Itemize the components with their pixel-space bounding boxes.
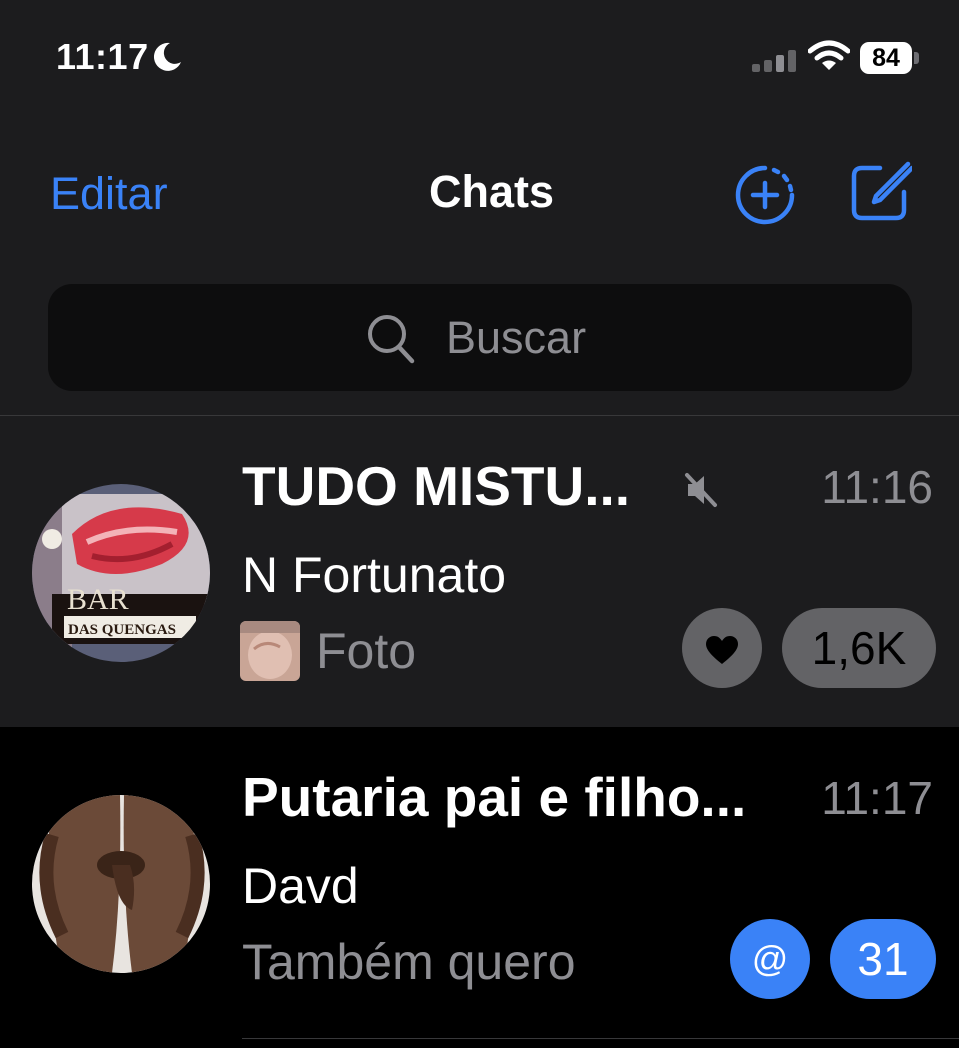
chat-row[interactable]: BAR DAS QUENGAS TUDO MISTU... 11:16 N Fo… [0,416,959,726]
chat-row[interactable]: Putaria pai e filho... 11:17 Davd Também… [0,727,959,1048]
reaction-badge[interactable] [682,608,762,688]
heart-icon [706,636,738,664]
status-bar: 11:17 84 [0,0,959,110]
chat-time: 11:16 [821,461,933,513]
moon-icon [153,42,181,71]
new-story-icon[interactable] [734,164,796,226]
page-title: Chats [428,166,555,217]
battery-icon: 84 [860,42,912,74]
chat-sender: Davd [242,858,359,914]
search-icon [368,315,415,364]
search-placeholder: Buscar [446,312,587,363]
battery-tip [914,52,919,64]
divider [242,1038,959,1039]
photo-thumbnail [240,621,300,681]
unread-count-badge: 31 [830,919,936,999]
muted-icon [685,473,717,507]
avatar [32,795,210,973]
unread-count-badge: 1,6K [782,608,936,688]
chat-preview: Também quero [242,934,576,990]
wifi-icon [808,40,850,70]
chat-name: TUDO MISTU... [242,455,631,517]
mention-badge[interactable]: @ [730,919,810,999]
signal-icon [752,50,796,72]
status-time: 11:17 [56,36,149,77]
avatar-text-sign: DAS QUENGAS [68,622,176,638]
avatar-text-bar: BAR [67,583,129,616]
chat-sender: N Fortunato [242,547,507,603]
chat-preview: Foto [316,623,417,679]
avatar: BAR DAS QUENGAS [32,484,210,662]
chat-time: 11:17 [821,772,933,824]
compose-icon[interactable] [850,160,912,222]
chat-name: Putaria pai e filho... [242,766,747,828]
